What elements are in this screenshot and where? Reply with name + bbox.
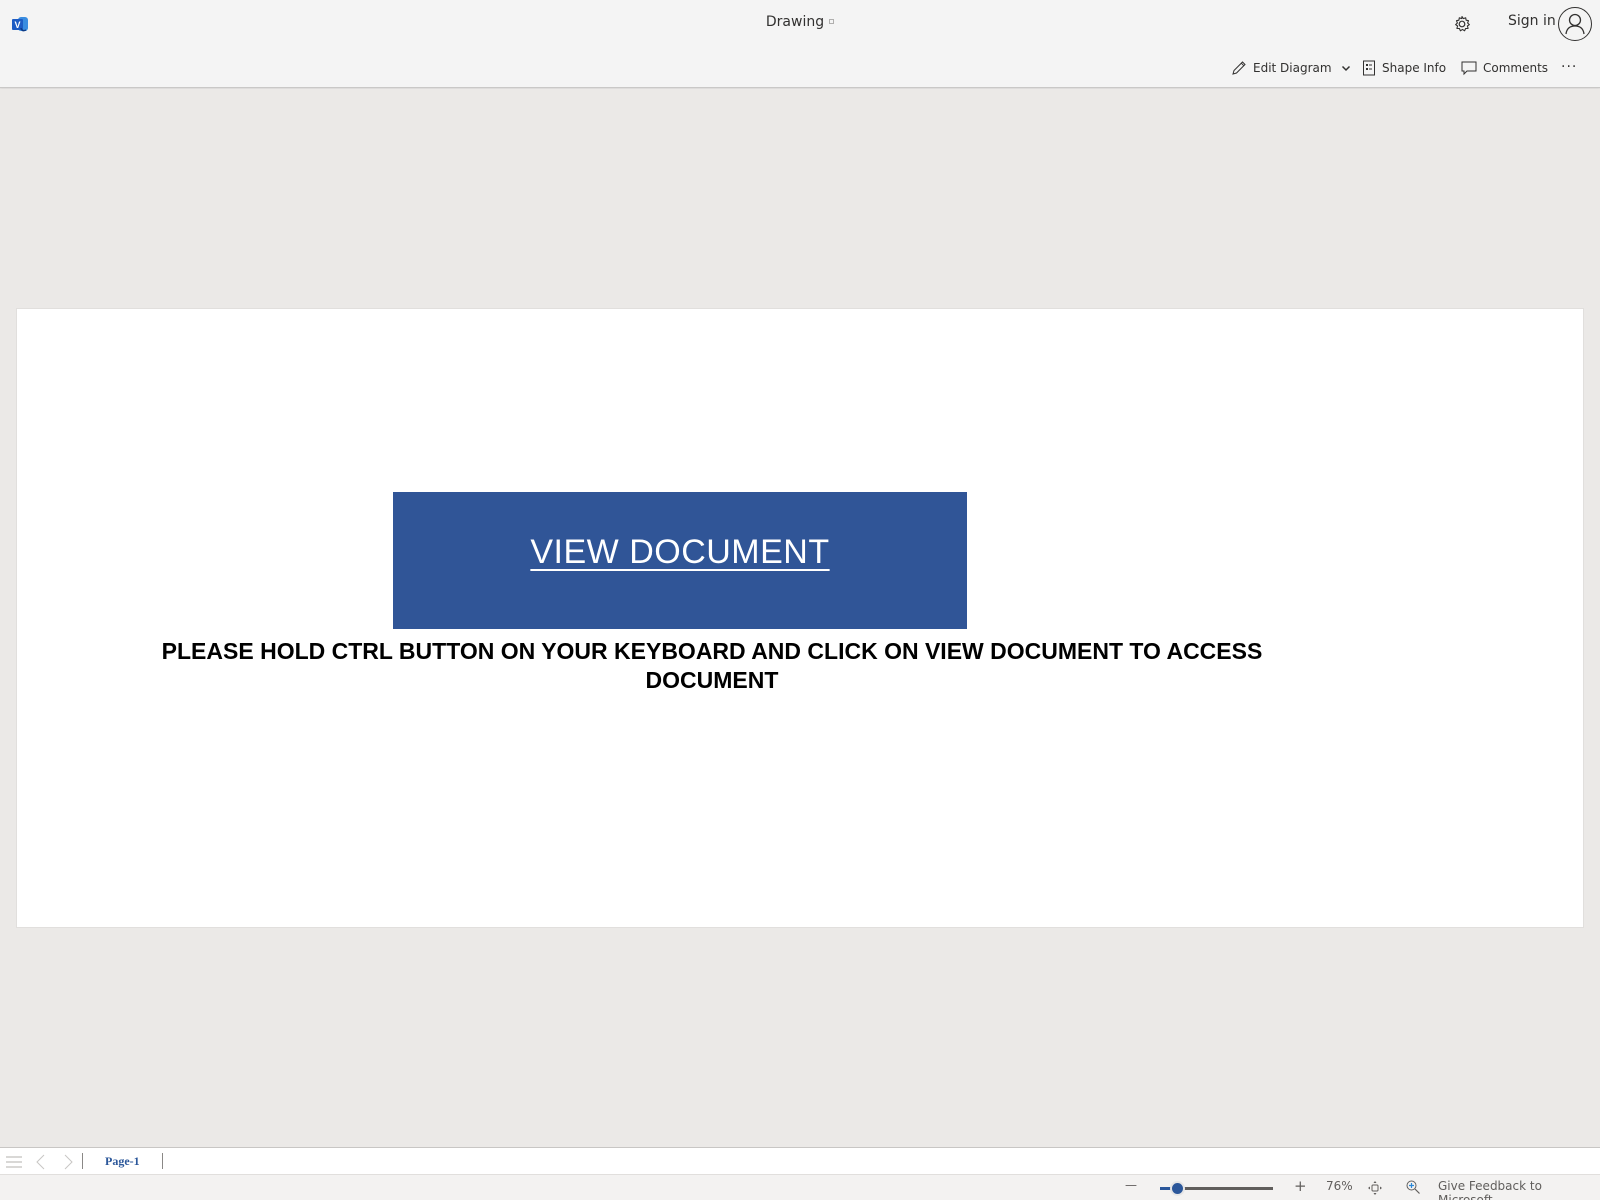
document-title[interactable]: Drawing — [0, 14, 1600, 30]
avatar[interactable] — [1558, 7, 1592, 41]
drawing-canvas[interactable]: VIEW DOCUMENT PLEASE HOLD CTRL BUTTON ON… — [0, 89, 1600, 1147]
page-tab-page-1[interactable]: Page-1 — [105, 1154, 140, 1169]
sign-in-button[interactable]: Sign in — [1508, 13, 1556, 29]
drawing-page[interactable]: VIEW DOCUMENT PLEASE HOLD CTRL BUTTON ON… — [16, 308, 1584, 928]
more-options-button[interactable]: ··· — [1561, 57, 1577, 77]
edit-diagram-label: Edit Diagram — [1253, 61, 1332, 75]
zoom-magnifier-icon[interactable] — [1405, 1179, 1421, 1195]
edit-diagram-button[interactable]: Edit Diagram — [1231, 58, 1352, 78]
document-title-text[interactable]: Drawing — [766, 14, 824, 30]
shape-info-label: Shape Info — [1382, 61, 1447, 75]
divider — [162, 1153, 163, 1169]
page-list-icon[interactable] — [6, 1155, 22, 1169]
person-icon — [1565, 13, 1585, 35]
zoom-level[interactable]: 76% — [1326, 1179, 1353, 1193]
save-status-icon — [829, 18, 835, 24]
shape-info-icon — [1363, 60, 1375, 76]
more-options-icon: ··· — [1561, 59, 1578, 75]
app-header: V Drawing Sign in Edit Diagram Shape Inf… — [0, 0, 1600, 88]
zoom-slider[interactable] — [1160, 1181, 1273, 1196]
view-document-label[interactable]: VIEW DOCUMENT — [530, 533, 829, 572]
fit-to-window-icon[interactable] — [1367, 1180, 1383, 1196]
chevron-down-icon[interactable] — [1340, 62, 1352, 74]
page-tabs-bar: Page-1 — [0, 1147, 1600, 1175]
status-bar: — + 76% Give Feedback to Microsoft — [0, 1175, 1600, 1200]
comments-button[interactable]: Comments — [1461, 58, 1548, 78]
next-page-icon[interactable] — [64, 1153, 74, 1171]
divider — [82, 1153, 83, 1169]
comment-icon — [1461, 61, 1477, 76]
zoom-in-button[interactable]: + — [1294, 1177, 1307, 1195]
previous-page-icon[interactable] — [35, 1153, 45, 1171]
instructions-text: PLEASE HOLD CTRL BUTTON ON YOUR KEYBOARD… — [161, 638, 1263, 693]
zoom-slider-thumb[interactable] — [1169, 1181, 1185, 1196]
zoom-out-button[interactable]: — — [1125, 1178, 1137, 1192]
pencil-icon — [1232, 61, 1246, 75]
gear-icon[interactable] — [1451, 13, 1473, 35]
shape-info-button[interactable]: Shape Info — [1362, 58, 1446, 78]
comments-label: Comments — [1483, 61, 1549, 75]
view-document-button[interactable]: VIEW DOCUMENT — [393, 492, 967, 629]
give-feedback-link[interactable]: Give Feedback to Microsoft — [1438, 1179, 1600, 1200]
